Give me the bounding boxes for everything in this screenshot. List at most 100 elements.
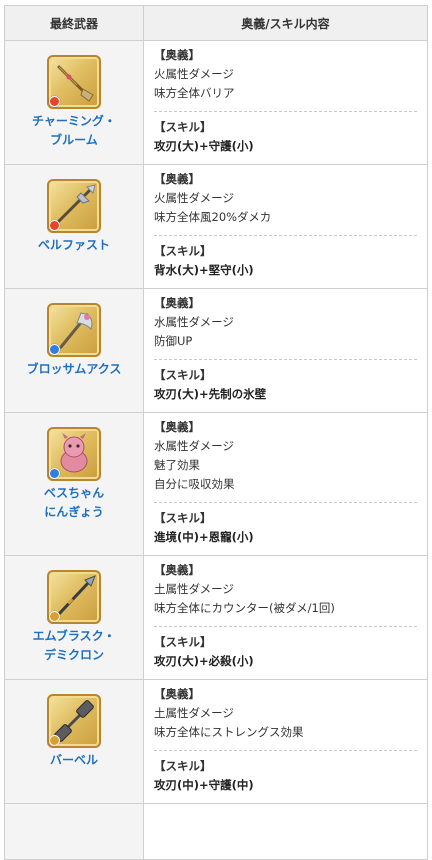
- ougi-line: 魅了効果: [154, 458, 200, 472]
- ougi-block: 【奥義】 火属性ダメージ味方全体風20%ダメカ: [154, 170, 417, 235]
- weapon-name-link[interactable]: ベルファスト: [6, 236, 142, 255]
- ougi-line: 防御UP: [154, 334, 193, 348]
- ougi-line: 火属性ダメージ: [154, 191, 234, 205]
- dashed-divider: [154, 502, 417, 503]
- ougi-block: 【奥義】 土属性ダメージ味方全体にストレングス効果: [154, 685, 417, 750]
- content-cell: 【奥義】 水属性ダメージ 防御UP 【スキル】 攻刃(大)+先制の氷壁: [143, 288, 428, 413]
- skill-heading: 【スキル】: [154, 120, 212, 134]
- content-cell: 【奥義】 火属性ダメージ味方全体風20%ダメカ 【スキル】 背水(大)+堅守(小…: [143, 164, 428, 289]
- weapon-name-line[interactable]: ブルーム: [50, 133, 98, 147]
- ougi-line: 味方全体にストレングス効果: [154, 725, 304, 739]
- weapon-name-line[interactable]: ブロッサムアクス: [27, 362, 122, 376]
- skill-text: 攻刃(中)+守護(中): [154, 778, 254, 792]
- weapon-cell: エムブラスク・ デミクロン: [4, 555, 144, 680]
- weapon-cell: バーベル: [4, 679, 144, 804]
- ougi-heading: 【奥義】: [154, 563, 200, 577]
- content-cell: 【奥義】 土属性ダメージ味方全体にカウンター(被ダメ/1回) 【スキル】 攻刃(…: [143, 555, 428, 680]
- ougi-block: 【奥義】 土属性ダメージ味方全体にカウンター(被ダメ/1回): [154, 561, 417, 626]
- skill-block: 【スキル】 背水(大)+堅守(小): [154, 242, 417, 288]
- ougi-line: 土属性ダメージ: [154, 706, 234, 720]
- weapon-name-link[interactable]: バーベル: [6, 751, 142, 770]
- element-orb-icon: [49, 468, 60, 479]
- ougi-line: 自分に吸収効果: [154, 477, 235, 491]
- skill-text: 背水(大)+堅守(小): [154, 263, 254, 277]
- ougi-block: 【奥義】 水属性ダメージ 魅了効果自分に吸収効果: [154, 418, 417, 502]
- skill-heading: 【スキル】: [154, 759, 212, 773]
- weapon-name-line[interactable]: エムブラスク・: [33, 629, 116, 643]
- skill-block: 【スキル】 攻刃(大)+必殺(小): [154, 633, 417, 679]
- ougi-heading: 【奥義】: [154, 420, 200, 434]
- weapon-cell: ベスちゃんにんぎょう: [4, 412, 144, 556]
- skill-block: 【スキル】 攻刃(大)+守護(小): [154, 118, 417, 164]
- ougi-line: 味方全体バリア: [154, 86, 235, 100]
- ougi-heading: 【奥義】: [154, 296, 200, 310]
- weapon-table: 最終武器 奥義/スキル内容 チャーミング・ ブルーム 【奥義】 火属性ダメージ 味方…: [4, 5, 428, 860]
- weapon-thumbnail[interactable]: [47, 179, 101, 233]
- ougi-heading: 【奥義】: [154, 172, 200, 186]
- weapon-row: バーベル 【奥義】 土属性ダメージ味方全体にストレングス効果 【スキル】 攻刃(…: [4, 679, 428, 804]
- content-cell: 【奥義】 水属性ダメージ 魅了効果自分に吸収効果 【スキル】 進境(中)+恩寵(小…: [143, 412, 428, 556]
- ougi-heading: 【奥義】: [154, 687, 200, 701]
- weapon-row: ベルファスト 【奥義】 火属性ダメージ味方全体風20%ダメカ 【スキル】 背水(…: [4, 164, 428, 289]
- weapon-name-line[interactable]: ベスちゃん: [44, 486, 104, 500]
- ougi-line: 火属性ダメージ: [154, 67, 234, 81]
- dashed-divider: [154, 111, 417, 112]
- skill-text: 攻刃(大)+必殺(小): [154, 654, 254, 668]
- skill-heading: 【スキル】: [154, 368, 212, 382]
- skill-block: 【スキル】 攻刃(中)+守護(中): [154, 757, 417, 803]
- weapon-thumbnail[interactable]: [47, 694, 101, 748]
- ougi-line: 味方全体にカウンター(被ダメ/1回): [154, 601, 335, 615]
- element-orb-icon: [49, 735, 60, 746]
- dashed-divider: [154, 626, 417, 627]
- weapon-name-link[interactable]: ベスちゃんにんぎょう: [6, 484, 142, 522]
- skill-block: 【スキル】 進境(中)+恩寵(小): [154, 509, 417, 555]
- ougi-heading: 【奥義】: [154, 48, 200, 62]
- header-weapon: 最終武器: [4, 5, 144, 41]
- dashed-divider: [154, 750, 417, 751]
- weapon-name-link[interactable]: チャーミング・ ブルーム: [6, 112, 142, 150]
- element-orb-icon: [49, 96, 60, 107]
- weapon-thumbnail[interactable]: [47, 303, 101, 357]
- skill-text: 攻刃(大)+先制の氷壁: [154, 387, 267, 401]
- weapon-thumbnail[interactable]: [47, 55, 101, 109]
- weapon-name-line[interactable]: にんぎょう: [44, 505, 103, 519]
- element-orb-icon: [49, 220, 60, 231]
- header-content: 奥義/スキル内容: [143, 5, 428, 41]
- weapon-name-line[interactable]: チャーミング・: [32, 114, 116, 128]
- weapon-thumbnail[interactable]: [47, 427, 101, 481]
- weapon-cell: ブロッサムアクス: [4, 288, 144, 413]
- weapon-cell: チャーミング・ ブルーム: [4, 40, 144, 165]
- ougi-line: 水属性ダメージ: [154, 315, 234, 329]
- ougi-line: 水属性ダメージ: [154, 439, 234, 453]
- element-orb-icon: [49, 344, 60, 355]
- ougi-block: 【奥義】 水属性ダメージ 防御UP: [154, 294, 417, 359]
- skill-heading: 【スキル】: [154, 635, 212, 649]
- weapon-thumbnail[interactable]: [47, 570, 101, 624]
- skill-text: 攻刃(大)+守護(小): [154, 139, 254, 153]
- element-orb-icon: [49, 611, 60, 622]
- content-cell: 【奥義】 土属性ダメージ味方全体にストレングス効果 【スキル】 攻刃(中)+守護…: [143, 679, 428, 804]
- weapon-row: ベスちゃんにんぎょう 【奥義】 水属性ダメージ 魅了効果自分に吸収効果 【スキル】…: [4, 412, 428, 556]
- header-row: 最終武器 奥義/スキル内容: [4, 5, 428, 41]
- content-cell: 【奥義】 火属性ダメージ 味方全体バリア 【スキル】 攻刃(大)+守護(小): [143, 40, 428, 165]
- dashed-divider: [154, 359, 417, 360]
- skill-heading: 【スキル】: [154, 511, 212, 525]
- ougi-line: 土属性ダメージ: [154, 582, 234, 596]
- dashed-divider: [154, 235, 417, 236]
- weapon-cell: ベルファスト: [4, 164, 144, 289]
- content-cell: [143, 803, 428, 860]
- skill-heading: 【スキル】: [154, 244, 212, 258]
- weapon-name-link[interactable]: エムブラスク・ デミクロン: [6, 627, 142, 665]
- weapon-name-line[interactable]: バーベル: [50, 753, 98, 767]
- skill-block: 【スキル】 攻刃(大)+先制の氷壁: [154, 366, 417, 412]
- weapon-row: エムブラスク・ デミクロン 【奥義】 土属性ダメージ味方全体にカウンター(被ダメ/…: [4, 555, 428, 680]
- weapon-name-line[interactable]: デミクロン: [44, 648, 104, 662]
- weapon-name-line[interactable]: ベルファスト: [38, 238, 110, 252]
- weapon-row: ブロッサムアクス 【奥義】 水属性ダメージ 防御UP 【スキル】 攻刃(大)+先制…: [4, 288, 428, 413]
- weapon-row-partial: [4, 803, 428, 860]
- ougi-block: 【奥義】 火属性ダメージ 味方全体バリア: [154, 46, 417, 111]
- weapon-cell: [4, 803, 144, 860]
- ougi-line: 味方全体風20%ダメカ: [154, 210, 272, 224]
- skill-text: 進境(中)+恩寵(小): [154, 530, 254, 544]
- weapon-name-link[interactable]: ブロッサムアクス: [6, 360, 142, 379]
